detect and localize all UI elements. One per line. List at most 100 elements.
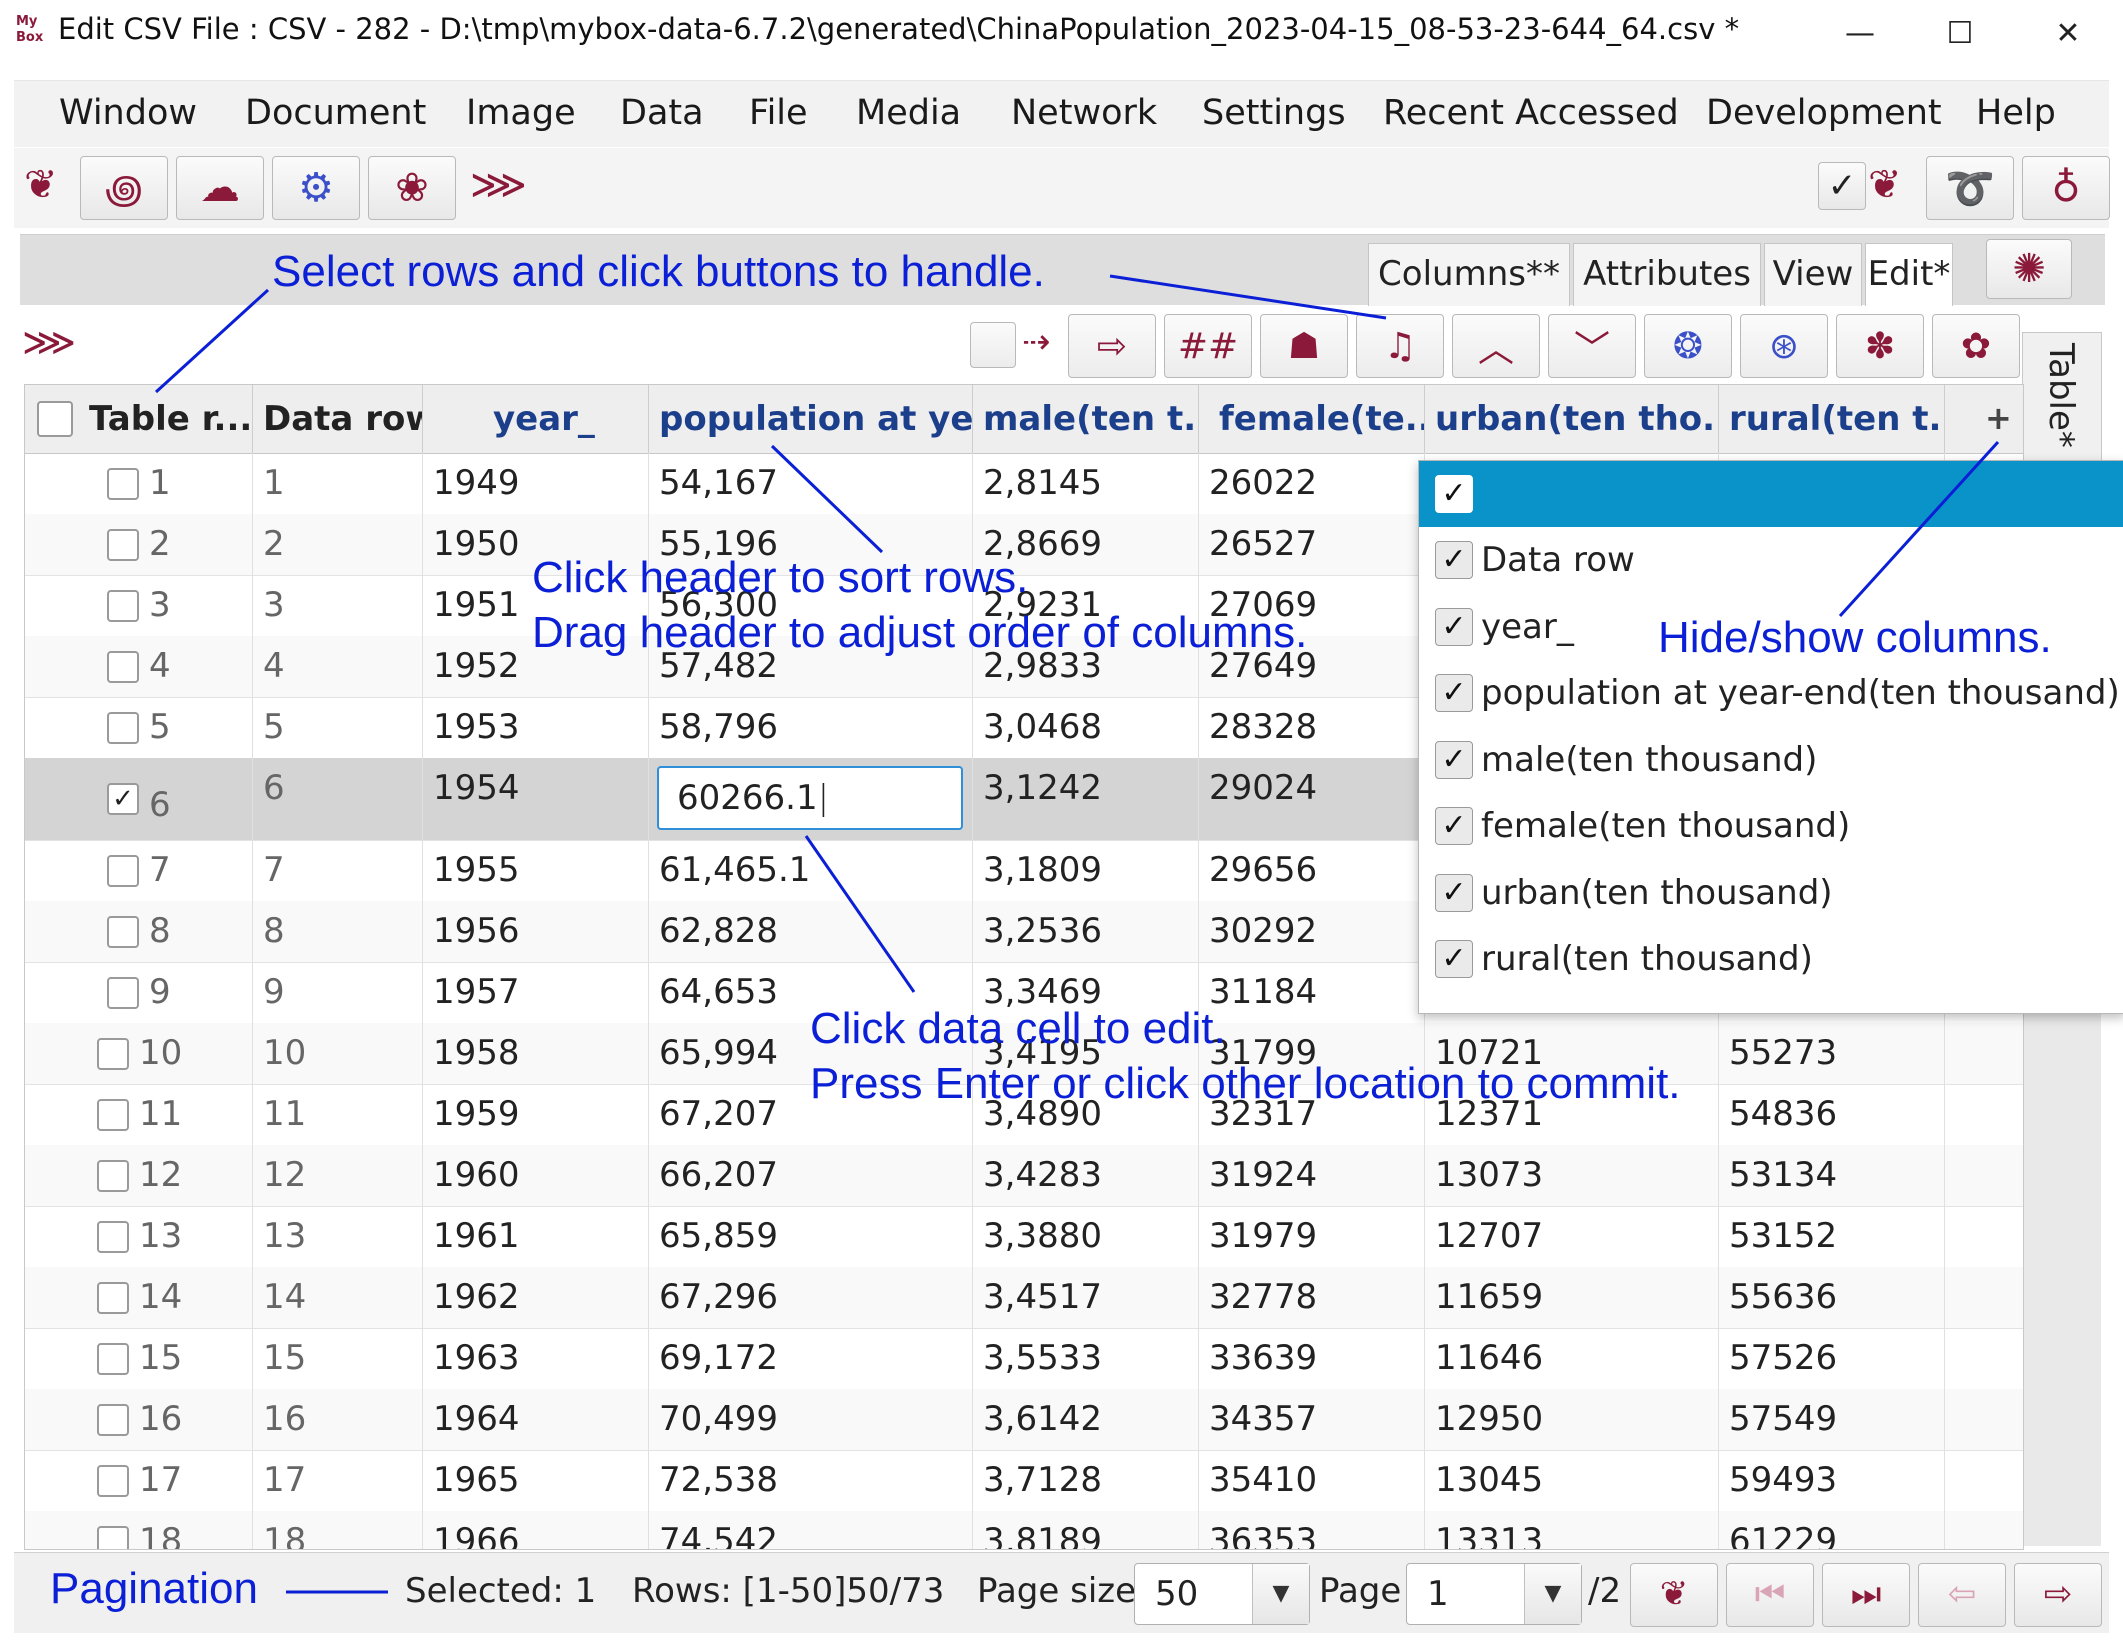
row-select-checkbox[interactable] xyxy=(107,915,139,948)
header-male[interactable]: male(ten t... xyxy=(973,385,1199,453)
flower2-button[interactable]: ✽ xyxy=(1836,314,1924,378)
cell-rural[interactable]: 61229 xyxy=(1719,1511,1945,1549)
cell-population[interactable]: 69,172 xyxy=(649,1328,973,1389)
cell-female[interactable]: 30292 xyxy=(1199,901,1425,962)
cell-data-row[interactable]: 18 xyxy=(253,1511,423,1549)
row-select-checkbox[interactable] xyxy=(107,711,139,744)
cell-data-row[interactable]: 1 xyxy=(253,453,423,514)
flower3-button[interactable]: ✿ xyxy=(1932,314,2020,378)
cell-female[interactable]: 31184 xyxy=(1199,962,1425,1023)
cell-population[interactable]: 58,796 xyxy=(649,697,973,758)
cell-male[interactable]: 3,0468 xyxy=(973,697,1199,758)
cell-female[interactable]: 26527 xyxy=(1199,514,1425,575)
row-select-checkbox[interactable] xyxy=(97,1098,129,1131)
first-page-button[interactable]: ⏮ xyxy=(1726,1563,1814,1627)
move-up-button[interactable]: ︿ xyxy=(1452,314,1540,378)
column-menu-item[interactable]: ✓ population at year-end(ten thousand) xyxy=(1419,660,2123,726)
cell-male[interactable]: 3,2536 xyxy=(973,901,1199,962)
cell-population[interactable]: 66,207 xyxy=(649,1145,973,1206)
checkbox-icon[interactable]: ✓ xyxy=(1435,674,1473,712)
page-size-select[interactable]: 50 ▼ xyxy=(1134,1563,1310,1625)
column-menu-item[interactable]: ✓ male(ten thousand) xyxy=(1419,727,2123,793)
cell-urban[interactable]: 12707 xyxy=(1425,1206,1719,1267)
cell-female[interactable]: 34357 xyxy=(1199,1389,1425,1450)
cell-rural[interactable]: 55636 xyxy=(1719,1267,1945,1328)
header-year[interactable]: year_ xyxy=(423,385,649,453)
pin-checkbox[interactable]: ✓ xyxy=(1818,162,1866,210)
cell-year[interactable]: 1955 xyxy=(423,840,649,901)
cell-female[interactable]: 36353 xyxy=(1199,1511,1425,1549)
cell-data-row[interactable]: 12 xyxy=(253,1145,423,1206)
row-select-checkbox[interactable] xyxy=(97,1464,129,1497)
horn-button[interactable]: ♫ xyxy=(1356,314,1444,378)
cell-data-row[interactable]: 16 xyxy=(253,1389,423,1450)
cell-urban[interactable]: 13313 xyxy=(1425,1511,1719,1549)
table-row[interactable]: 16 16 1964 70,499 3,6142 34357 12950 57549 xyxy=(25,1389,2023,1451)
checkbox-icon[interactable]: ✓ xyxy=(1435,940,1473,978)
table-row[interactable]: 15 15 1963 69,172 3,5533 33639 11646 57526 xyxy=(25,1328,2023,1390)
checkbox-icon[interactable]: ✓ xyxy=(1435,873,1473,912)
cell-male[interactable]: 3,5533 xyxy=(973,1328,1199,1389)
cell-year[interactable]: 1954 xyxy=(423,758,649,840)
cell-data-row[interactable]: 13 xyxy=(253,1206,423,1267)
close-button[interactable]: ✕ xyxy=(2038,12,2098,56)
cell-population[interactable]: 65,859 xyxy=(649,1206,973,1267)
cell-data-row[interactable]: 4 xyxy=(253,636,423,697)
row-select-checkbox[interactable] xyxy=(97,1037,129,1070)
cell-female[interactable]: 26022 xyxy=(1199,453,1425,514)
cell-female[interactable]: 32778 xyxy=(1199,1267,1425,1328)
cell-population[interactable]: 72,538 xyxy=(649,1450,973,1511)
header-female[interactable]: female(te... xyxy=(1199,385,1425,453)
menu-image[interactable]: Image xyxy=(466,93,576,133)
cell-male[interactable]: 3,4283 xyxy=(973,1145,1199,1206)
spiral-button[interactable]: ➰ xyxy=(1926,156,2014,220)
row-select-checkbox[interactable] xyxy=(107,589,139,622)
mask-button[interactable]: ☗ xyxy=(1260,314,1348,378)
cell-year[interactable]: 1960 xyxy=(423,1145,649,1206)
cell-population[interactable]: 62,828 xyxy=(649,901,973,962)
table-row[interactable]: 13 13 1961 65,859 3,3880 31979 12707 53152 xyxy=(25,1206,2023,1268)
bird-icon[interactable]: ❦ xyxy=(1868,162,1902,208)
cell-data-row[interactable]: 6 xyxy=(253,758,423,840)
tab-view[interactable]: View xyxy=(1764,243,1862,306)
cell-rural[interactable]: 53152 xyxy=(1719,1206,1945,1267)
cell-male[interactable]: 3,4517 xyxy=(973,1267,1199,1328)
cell-urban[interactable]: 11659 xyxy=(1425,1267,1719,1328)
tab-table[interactable]: Table* xyxy=(2022,332,2102,464)
cell-data-row[interactable]: 2 xyxy=(253,514,423,575)
row-select-checkbox[interactable] xyxy=(107,467,139,500)
minimize-button[interactable]: — xyxy=(1830,12,1890,56)
row-select-checkbox[interactable] xyxy=(107,528,139,561)
cell-male[interactable]: 3,8189 xyxy=(973,1511,1199,1549)
row-select-checkbox[interactable] xyxy=(97,1403,129,1436)
cell-female[interactable]: 31979 xyxy=(1199,1206,1425,1267)
cell-data-row[interactable]: 5 xyxy=(253,697,423,758)
table-row[interactable]: 12 12 1960 66,207 3,4283 31924 13073 53134 xyxy=(25,1145,2023,1207)
cell-year[interactable]: 1949 xyxy=(423,453,649,514)
goto-page-button[interactable]: ❦ xyxy=(1630,1563,1718,1627)
chevron-down-icon[interactable]: ▼ xyxy=(1524,1564,1581,1624)
cell-population[interactable]: 61,465.1 xyxy=(649,840,973,901)
cell-population[interactable]: 74,542 xyxy=(649,1511,973,1549)
menu-development[interactable]: Development xyxy=(1706,93,1942,133)
column-menu-item[interactable]: ✓ urban(ten thousand) xyxy=(1419,860,2123,926)
last-page-button[interactable]: ⏭ xyxy=(1822,1563,1910,1627)
checkbox-icon[interactable]: ✓ xyxy=(1435,807,1473,845)
cell-male[interactable]: 3,1242 xyxy=(973,758,1199,840)
cell-male[interactable]: 3,3880 xyxy=(973,1206,1199,1267)
header-select-checkbox[interactable] xyxy=(37,401,73,437)
cell-population[interactable]: 54,167 xyxy=(649,453,973,514)
cell-rural[interactable]: 54836 xyxy=(1719,1084,1945,1145)
settings-button[interactable]: ⚙ xyxy=(272,156,360,220)
fish-icon[interactable]: ⋙ xyxy=(470,162,527,208)
checkbox-icon[interactable]: ✓ xyxy=(1435,541,1473,579)
cell-rural[interactable]: 57526 xyxy=(1719,1328,1945,1389)
pattern2-button[interactable]: ⊛ xyxy=(1740,314,1828,378)
cell-data-row[interactable]: 17 xyxy=(253,1450,423,1511)
row-select-checkbox[interactable] xyxy=(97,1525,129,1549)
cell-rural[interactable]: 59493 xyxy=(1719,1450,1945,1511)
swirl-button[interactable]: ꩜ xyxy=(80,156,168,220)
header-data-row[interactable]: Data row xyxy=(253,385,423,453)
pattern-button[interactable]: ❂ xyxy=(1644,314,1732,378)
cell-rural[interactable]: 53134 xyxy=(1719,1145,1945,1206)
